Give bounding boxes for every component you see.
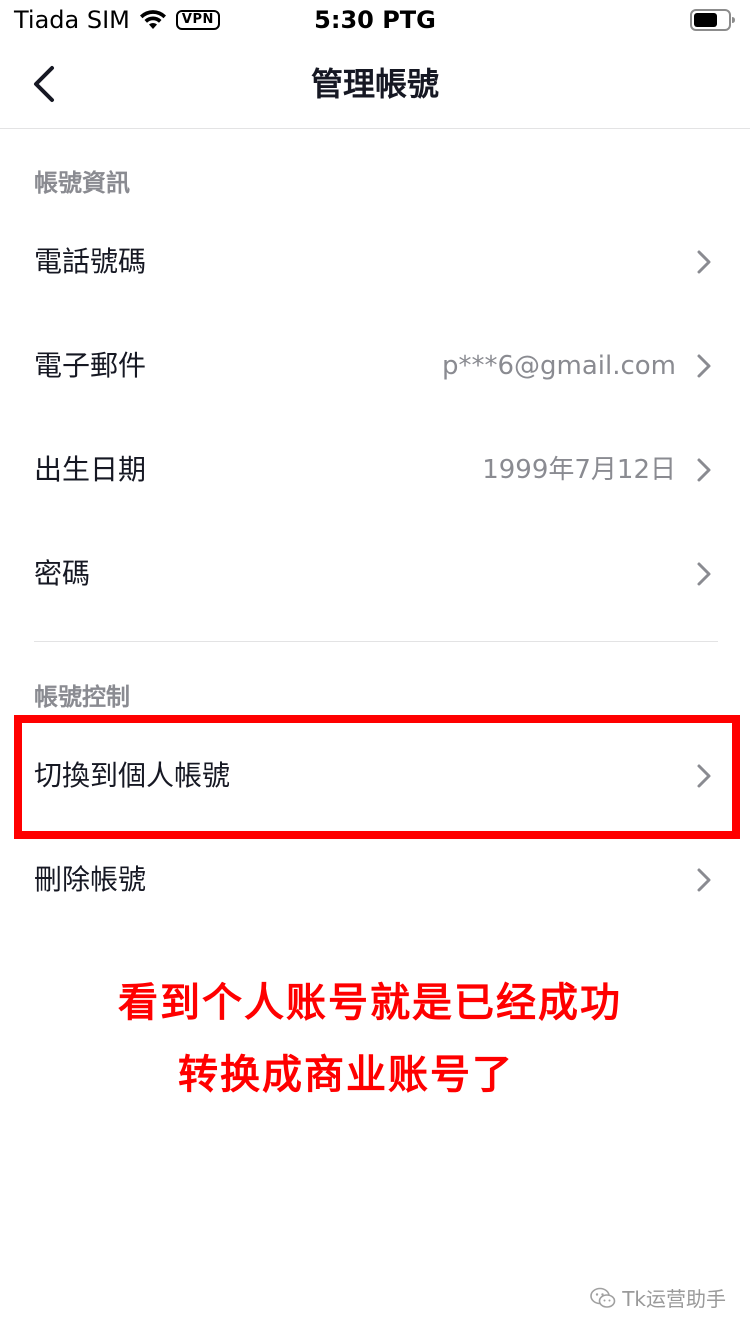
row-password[interactable]: 密碼	[0, 522, 750, 626]
status-bar: Tiada SIM VPN 5:30 PTG	[0, 0, 750, 40]
back-button[interactable]	[22, 60, 70, 108]
chevron-right-icon	[690, 560, 718, 588]
chevron-right-icon	[690, 866, 718, 894]
back-arrow-icon	[34, 66, 54, 102]
row-label: 電話號碼	[34, 245, 147, 278]
row-email[interactable]: 電子郵件 p***6@gmail.com	[0, 314, 750, 418]
section-divider	[34, 641, 718, 642]
chevron-right-icon	[690, 456, 718, 484]
battery-icon	[690, 9, 735, 31]
row-label: 密碼	[34, 557, 91, 590]
chevron-right-icon	[690, 248, 718, 276]
page-title: 管理帳號	[310, 65, 439, 103]
birthday-value: 1999年7月12日	[482, 455, 676, 485]
row-label: 出生日期	[34, 453, 147, 486]
watermark-text: Tk运营助手	[622, 1287, 726, 1311]
section-header-account-info: 帳號資訊	[34, 169, 130, 197]
email-value: p***6@gmail.com	[441, 351, 676, 381]
annotation-line-1: 看到个人账号就是已经成功	[118, 980, 622, 1026]
nav-bar: 管理帳號	[0, 40, 750, 129]
annotation-line-2: 转换成商业账号了	[178, 1052, 514, 1098]
row-label: 切換到個人帳號	[34, 759, 231, 792]
row-phone-number[interactable]: 電話號碼	[0, 210, 750, 314]
status-time: 5:30 PTG	[314, 6, 436, 34]
row-delete-account[interactable]: 刪除帳號	[0, 828, 750, 932]
row-label: 電子郵件	[34, 349, 147, 382]
wechat-icon	[590, 1287, 616, 1308]
chevron-right-icon	[690, 352, 718, 380]
section-header-account-control: 帳號控制	[34, 683, 130, 711]
row-switch-to-personal-account[interactable]: 切換到個人帳號	[0, 724, 750, 828]
watermark: Tk运营助手	[590, 1283, 726, 1312]
row-label: 刪除帳號	[34, 863, 147, 896]
row-birthday[interactable]: 出生日期 1999年7月12日	[0, 418, 750, 522]
chevron-right-icon	[690, 762, 718, 790]
